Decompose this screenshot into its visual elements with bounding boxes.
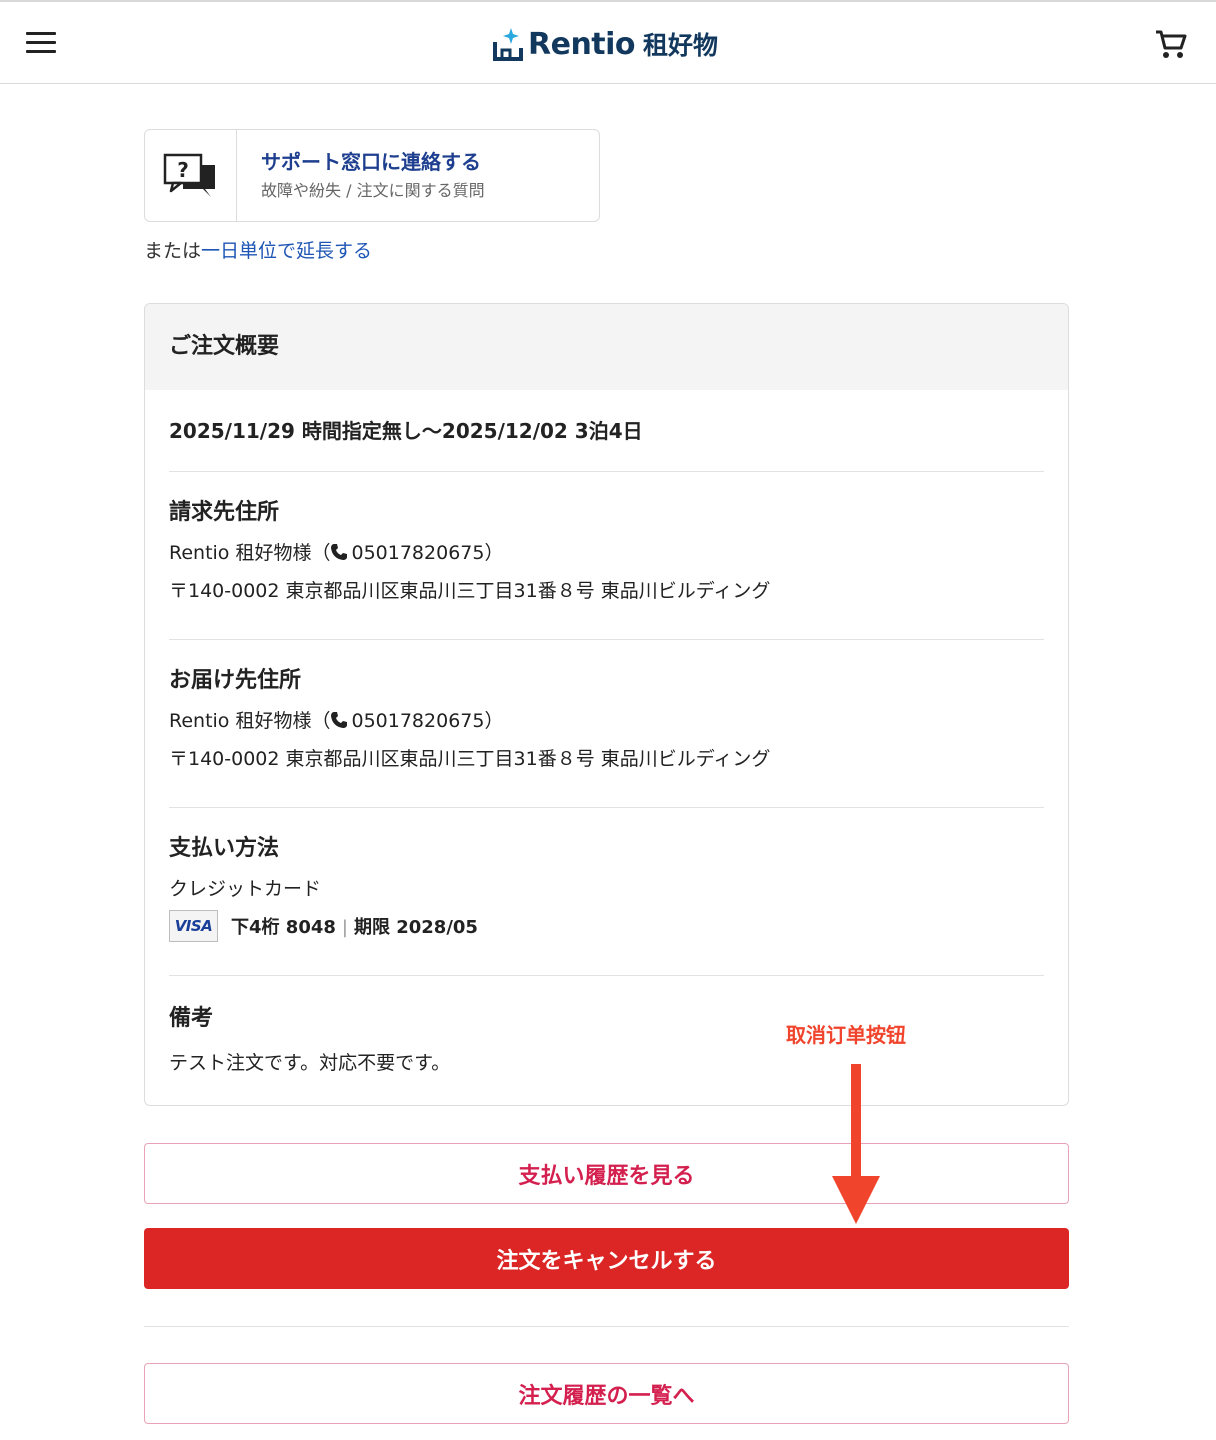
- card-last4: 下4桁 8048: [231, 917, 336, 938]
- summary-heading: ご注文概要: [145, 304, 1068, 390]
- annotation-arrow-icon: [832, 1064, 880, 1224]
- cancel-order-button[interactable]: 注文をキャンセルする: [144, 1228, 1069, 1289]
- note-section: 備考 テスト注文です。対応不要です。: [169, 976, 1044, 1082]
- billing-address: 〒140-0002 東京都品川区東品川三丁目31番８号 東品川ビルディング: [169, 580, 771, 602]
- payment-history-button[interactable]: 支払い履歴を見る: [144, 1143, 1069, 1204]
- billing-name-line: Rentio 租好物様（ 05017820675）: [169, 534, 1044, 572]
- shipping-name-suffix: ）: [484, 710, 504, 732]
- order-summary-panel: ご注文概要 2025/11/29 時間指定無し〜2025/12/02 3泊4日 …: [144, 303, 1069, 1106]
- rental-dates: 2025/11/29 時間指定無し〜2025/12/02 3泊4日: [169, 390, 1044, 472]
- note-title: 備考: [169, 1006, 214, 1031]
- shipping-phone: 05017820675: [351, 710, 485, 732]
- rentio-logo[interactable]: Rentio 租好物: [492, 24, 718, 64]
- billing-phone: 05017820675: [351, 542, 485, 564]
- shipping-title: お届け先住所: [169, 668, 302, 693]
- phone-icon: [331, 712, 348, 728]
- extend-line: または一日単位で延長する: [144, 237, 372, 265]
- logo-subtext: 租好物: [643, 31, 719, 60]
- visa-card-icon: VISA: [169, 910, 218, 942]
- extend-link[interactable]: 一日単位で延長する: [201, 240, 372, 262]
- billing-name: Rentio 租好物様（: [169, 542, 331, 564]
- extend-prefix: または: [144, 240, 202, 262]
- order-history-button[interactable]: 注文履歴の一覧へ: [144, 1363, 1069, 1424]
- shopping-cart-icon[interactable]: [1153, 26, 1189, 62]
- card-expiry: 期限 2028/05: [353, 917, 478, 938]
- payment-title: 支払い方法: [169, 836, 280, 861]
- phone-icon: [331, 544, 348, 560]
- card-info-row: VISA 下4桁 8048 | 期限 2028/05: [169, 910, 1044, 942]
- support-contact-card[interactable]: ? サポート窓口に連絡する 故障や紛失 / 注文に関する質問: [144, 129, 600, 222]
- question-chat-icon: ?: [163, 153, 215, 197]
- shipping-address: 〒140-0002 東京都品川区東品川三丁目31番８号 東品川ビルディング: [169, 748, 771, 770]
- support-icon-cell: ?: [145, 130, 237, 221]
- annotation-label: 取消订单按钮: [786, 1023, 906, 1047]
- card-details: 下4桁 8048 | 期限 2028/05: [231, 913, 478, 939]
- shipping-address-section: お届け先住所 Rentio 租好物様（ 05017820675） 〒140-000…: [169, 640, 1044, 808]
- hamburger-menu-icon[interactable]: [26, 32, 56, 56]
- payment-method: クレジットカード: [169, 878, 322, 900]
- logo-house-icon: [493, 28, 523, 61]
- payment-method-section: 支払い方法 クレジットカード VISA 下4桁 8048 | 期限 2028/05: [169, 808, 1044, 976]
- divider: [144, 1326, 1069, 1327]
- logo-text: Rentio: [528, 26, 636, 62]
- app-header: Rentio 租好物: [0, 0, 1216, 84]
- card-separator: |: [341, 917, 348, 938]
- support-subtitle: 故障や紛失 / 注文に関する質問: [261, 181, 485, 200]
- billing-address-section: 請求先住所 Rentio 租好物様（ 05017820675） 〒140-0002…: [169, 472, 1044, 640]
- svg-text:?: ?: [177, 158, 189, 182]
- note-text: テスト注文です。対応不要です。: [169, 1052, 451, 1074]
- shipping-name-line: Rentio 租好物様（ 05017820675）: [169, 702, 1044, 740]
- billing-name-suffix: ）: [484, 542, 504, 564]
- shipping-name: Rentio 租好物様（: [169, 710, 331, 732]
- billing-title: 請求先住所: [169, 500, 280, 525]
- support-title: サポート窓口に連絡する: [261, 150, 481, 174]
